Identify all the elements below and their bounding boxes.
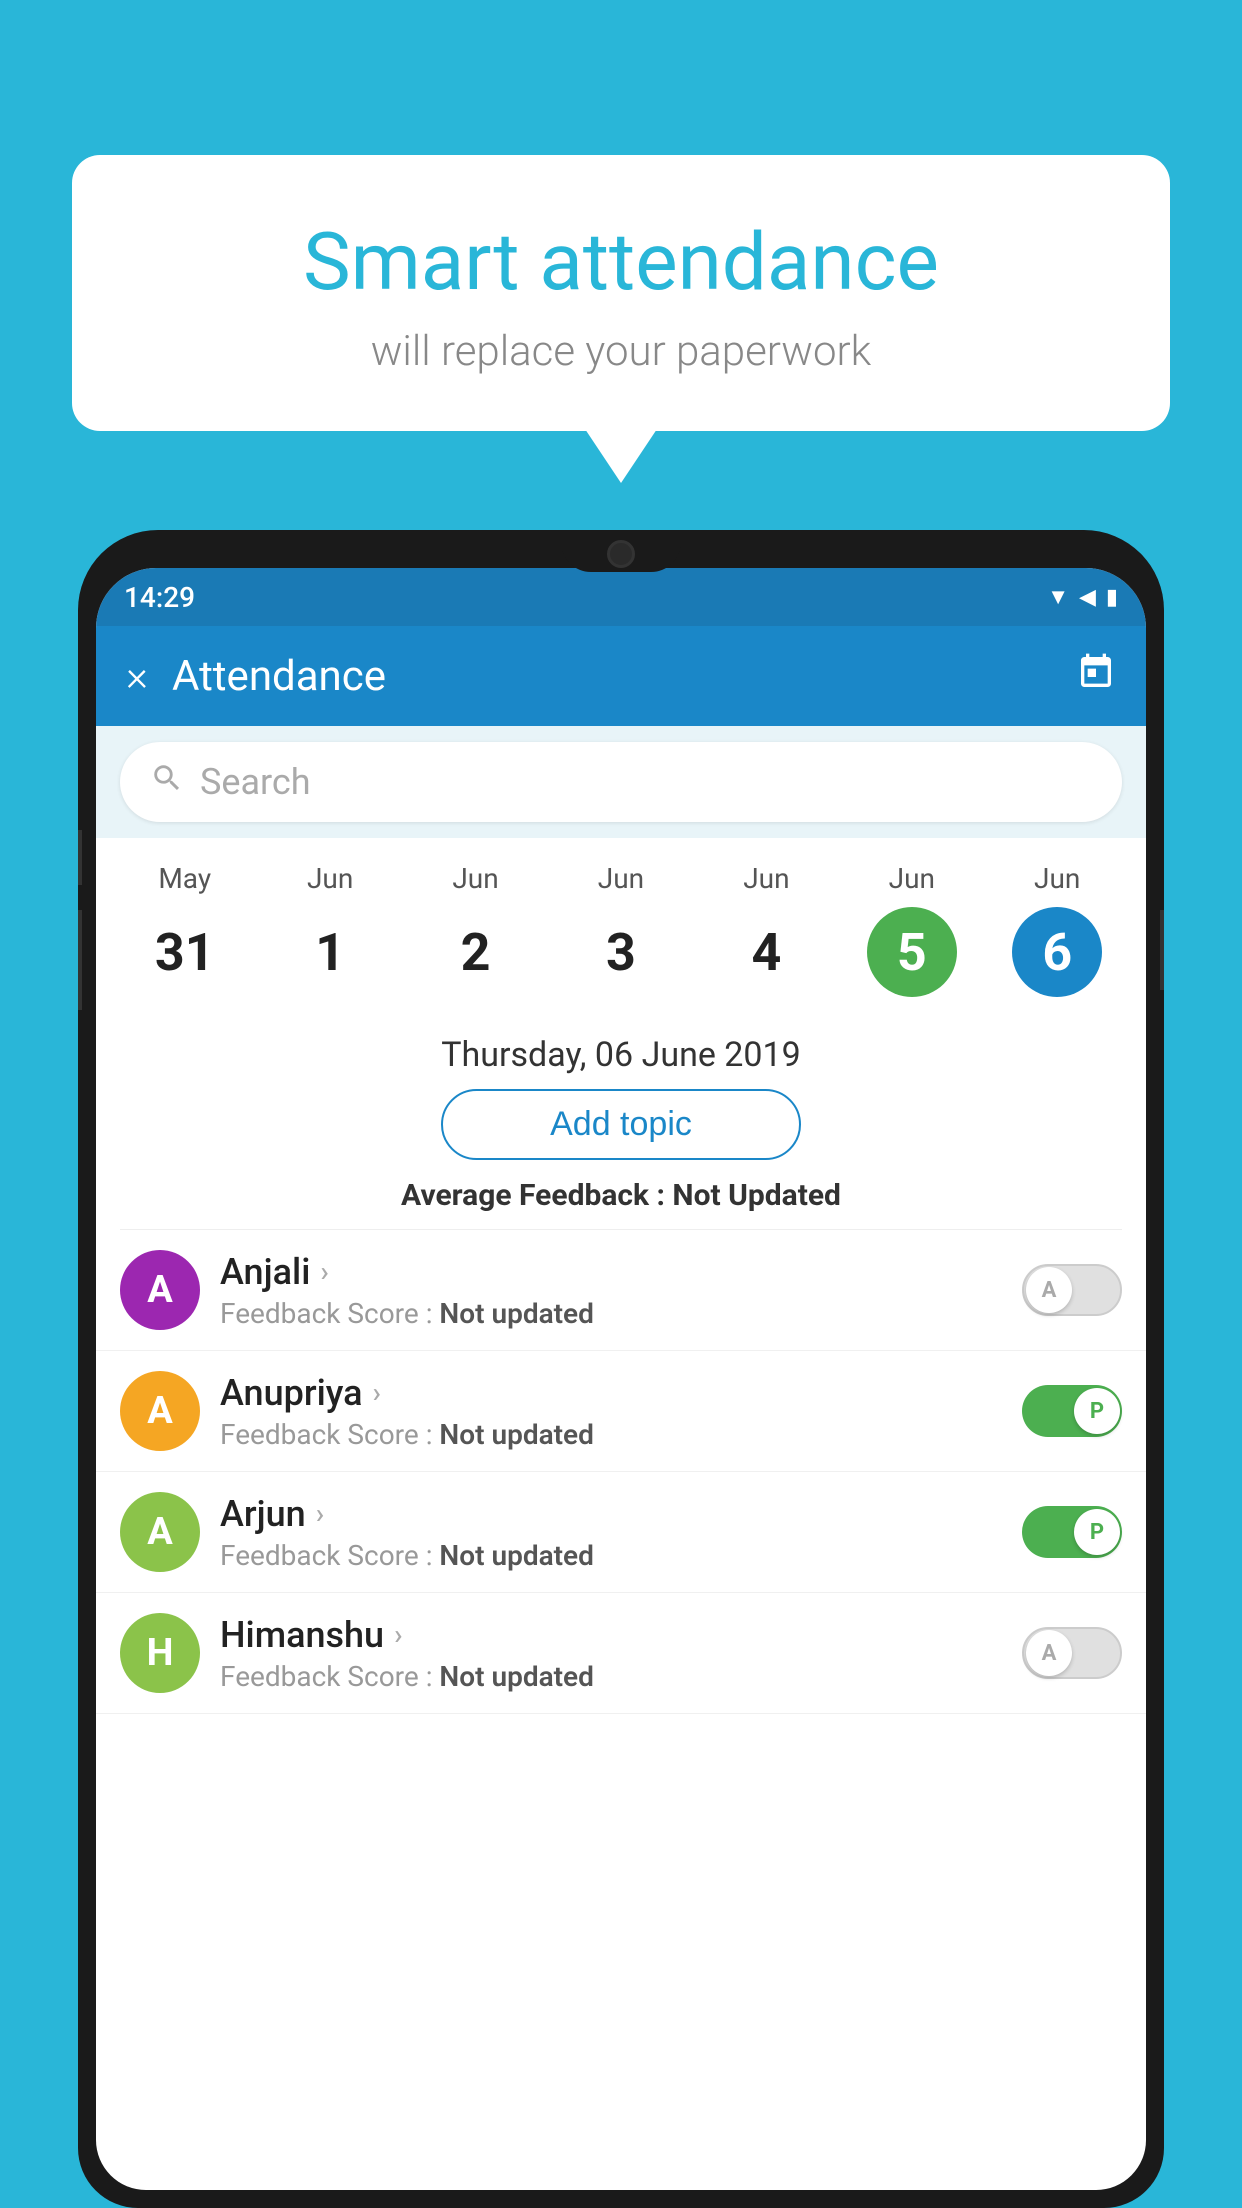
feedback-score-anjali: Feedback Score : Not updated	[220, 1297, 1002, 1330]
app-bar: × Attendance	[96, 626, 1146, 726]
student-info-anjali: Anjali › Feedback Score : Not updated	[220, 1251, 1002, 1330]
avg-feedback-value: Not Updated	[672, 1178, 841, 1213]
student-item-anupriya[interactable]: A Anupriya › Feedback Score : Not update…	[96, 1351, 1146, 1472]
chevron-icon-arjun: ›	[316, 1497, 324, 1530]
date-number-2: 2	[431, 907, 521, 997]
bubble-title: Smart attendance	[132, 215, 1110, 309]
chevron-icon-himanshu: ›	[394, 1618, 402, 1651]
calendar-day-2[interactable]: Jun 2	[431, 862, 521, 997]
month-label-2: Jun	[452, 862, 498, 895]
date-number-6: 6	[1012, 907, 1102, 997]
month-label-1: Jun	[307, 862, 353, 895]
selected-date: Thursday, 06 June 2019	[120, 1017, 1122, 1089]
chevron-icon-anupriya: ›	[373, 1376, 381, 1409]
month-label-0: May	[158, 862, 211, 895]
bubble-subtitle: will replace your paperwork	[132, 327, 1110, 376]
feedback-score-arjun: Feedback Score : Not updated	[220, 1539, 1002, 1572]
toggle-arjun[interactable]: P	[1022, 1506, 1122, 1558]
toggle-himanshu[interactable]: A	[1022, 1627, 1122, 1679]
student-name-arjun: Arjun ›	[220, 1493, 1002, 1535]
signal-icon: ◀	[1079, 585, 1096, 610]
search-container: Search	[96, 726, 1146, 838]
month-label-3: Jun	[598, 862, 644, 895]
calendar-icon[interactable]	[1076, 652, 1116, 701]
calendar-day-0[interactable]: May 31	[140, 862, 230, 997]
volume-up-button	[78, 830, 82, 885]
search-input[interactable]: Search	[200, 761, 311, 803]
student-item-himanshu[interactable]: H Himanshu › Feedback Score : Not update…	[96, 1593, 1146, 1714]
toggle-knob-himanshu: A	[1026, 1630, 1072, 1676]
status-icons: ▼ ◀ ▮	[1047, 584, 1118, 610]
speech-bubble-container: Smart attendance will replace your paper…	[72, 155, 1170, 431]
chevron-icon-anjali: ›	[320, 1255, 328, 1288]
toggle-knob-anupriya: P	[1074, 1388, 1120, 1434]
battery-icon: ▮	[1106, 585, 1118, 610]
avatar-arjun: A	[120, 1492, 200, 1572]
calendar-day-4[interactable]: Jun 4	[721, 862, 811, 997]
avatar-anupriya: A	[120, 1371, 200, 1451]
date-number-5: 5	[867, 907, 957, 997]
app-bar-title: Attendance	[172, 652, 1076, 701]
student-list: A Anjali › Feedback Score : Not updated …	[96, 1230, 1146, 1714]
avg-feedback-label: Average Feedback :	[401, 1178, 665, 1213]
search-icon	[150, 761, 184, 804]
toggle-anjali[interactable]: A	[1022, 1264, 1122, 1316]
avg-feedback: Average Feedback : Not Updated	[120, 1178, 1122, 1230]
avatar-himanshu: H	[120, 1613, 200, 1693]
wifi-icon: ▼	[1047, 584, 1069, 610]
toggle-anupriya[interactable]: P	[1022, 1385, 1122, 1437]
month-label-5: Jun	[889, 862, 935, 895]
date-number-4: 4	[721, 907, 811, 997]
student-info-anupriya: Anupriya › Feedback Score : Not updated	[220, 1372, 1002, 1451]
close-button[interactable]: ×	[126, 652, 148, 701]
student-item-anjali[interactable]: A Anjali › Feedback Score : Not updated …	[96, 1230, 1146, 1351]
month-label-6: Jun	[1034, 862, 1080, 895]
month-label-4: Jun	[743, 862, 789, 895]
student-item-arjun[interactable]: A Arjun › Feedback Score : Not updated P	[96, 1472, 1146, 1593]
status-bar: 14:29 ▼ ◀ ▮	[96, 568, 1146, 626]
student-name-anjali: Anjali ›	[220, 1251, 1002, 1293]
student-name-anupriya: Anupriya ›	[220, 1372, 1002, 1414]
date-number-1: 1	[285, 907, 375, 997]
feedback-score-himanshu: Feedback Score : Not updated	[220, 1660, 1002, 1693]
status-time: 14:29	[124, 581, 195, 614]
power-button	[1160, 910, 1164, 990]
calendar-day-5[interactable]: Jun 5	[867, 862, 957, 997]
student-name-himanshu: Himanshu ›	[220, 1614, 1002, 1656]
calendar-day-6[interactable]: Jun 6	[1012, 862, 1102, 997]
calendar-container: May 31 Jun 1 Jun 2 Jun 3 Jun 4	[96, 838, 1146, 1017]
content-area: Thursday, 06 June 2019 Add topic Average…	[96, 1017, 1146, 1230]
calendar-day-1[interactable]: Jun 1	[285, 862, 375, 997]
calendar-day-3[interactable]: Jun 3	[576, 862, 666, 997]
calendar-row: May 31 Jun 1 Jun 2 Jun 3 Jun 4	[112, 862, 1130, 997]
toggle-knob-anjali: A	[1026, 1267, 1072, 1313]
speech-bubble: Smart attendance will replace your paper…	[72, 155, 1170, 431]
add-topic-button[interactable]: Add topic	[441, 1089, 801, 1160]
date-number-3: 3	[576, 907, 666, 997]
student-info-arjun: Arjun › Feedback Score : Not updated	[220, 1493, 1002, 1572]
toggle-knob-arjun: P	[1074, 1509, 1120, 1555]
phone-frame: 14:29 ▼ ◀ ▮ × Attendance	[78, 530, 1164, 2208]
volume-down-button	[78, 910, 82, 1010]
phone-screen: 14:29 ▼ ◀ ▮ × Attendance	[96, 568, 1146, 2190]
feedback-score-anupriya: Feedback Score : Not updated	[220, 1418, 1002, 1451]
search-bar[interactable]: Search	[120, 742, 1122, 822]
date-number-0: 31	[140, 907, 230, 997]
avatar-anjali: A	[120, 1250, 200, 1330]
student-info-himanshu: Himanshu › Feedback Score : Not updated	[220, 1614, 1002, 1693]
phone-camera	[607, 540, 635, 568]
